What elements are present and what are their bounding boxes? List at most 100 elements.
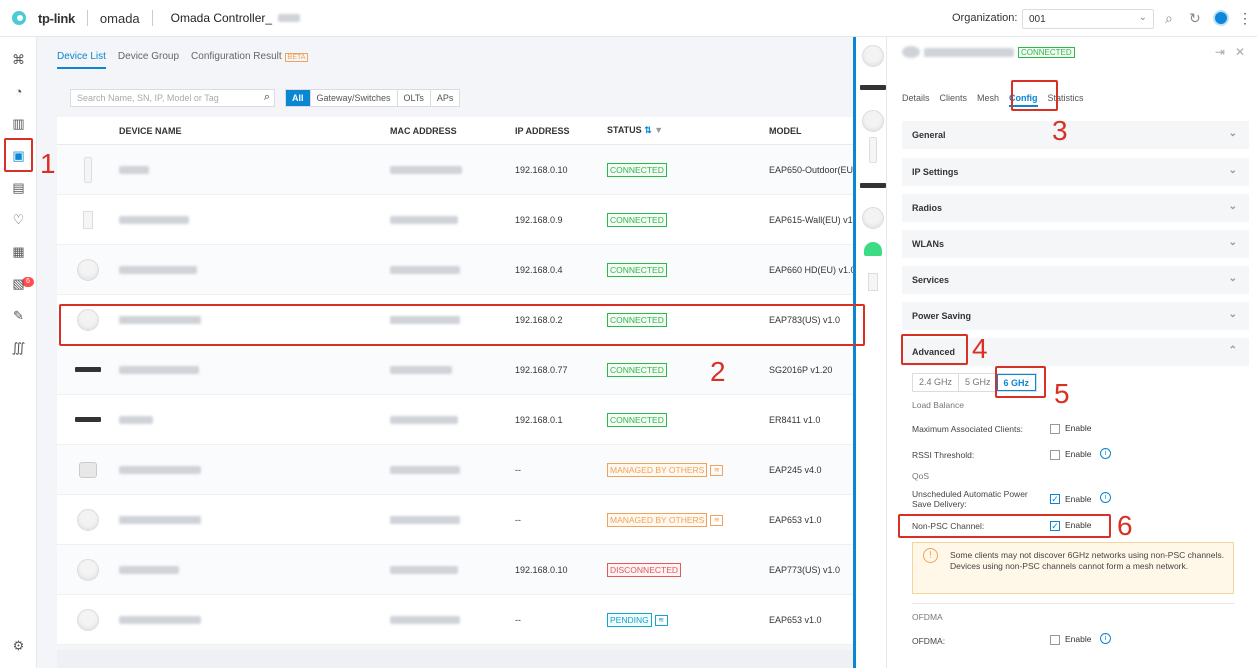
filter-gateway-switches[interactable]: Gateway/Switches (309, 90, 397, 106)
section-general[interactable]: General ⌄ (902, 121, 1249, 149)
device-thumb[interactable] (860, 85, 886, 90)
dashboard-icon[interactable]: ⌘ (10, 51, 27, 68)
section-title: IP Settings (912, 167, 959, 177)
info-icon[interactable]: i (1100, 633, 1111, 644)
section-title: General (912, 130, 946, 140)
filter-icon[interactable]: ▼ (654, 125, 663, 135)
table-row[interactable]: 192.168.0.77 CONNECTED SG2016P v1.20 (57, 345, 887, 395)
device-thumb[interactable] (862, 207, 884, 229)
status-badge: MANAGED BY OTHERS (607, 462, 708, 477)
tp-link-logo[interactable]: tp-link omada Omada Controller_ (12, 9, 301, 27)
mac-redacted (390, 566, 458, 575)
filter-aps[interactable]: APs (429, 90, 460, 106)
user-avatar[interactable] (1213, 10, 1229, 26)
chevron-down-icon: ⌄ (1228, 165, 1237, 176)
android-icon[interactable] (864, 242, 882, 256)
non-psc-warning: ! Some clients may not discover 6GHz net… (912, 542, 1234, 594)
tools-icon[interactable]: ✎ (10, 307, 27, 324)
sort-icon[interactable]: ⇅ (644, 125, 652, 135)
annotation-box-6ghz (995, 366, 1046, 398)
section-power-saving[interactable]: Power Saving ⌄ (902, 302, 1249, 330)
enable-label: Enable (1065, 634, 1092, 644)
device-thumb[interactable] (868, 273, 878, 291)
table-row[interactable]: 192.168.0.10 DISCONNECTED EAP773(US) v1.… (57, 545, 887, 595)
logs-icon[interactable]: ▦ (10, 243, 27, 260)
settings-gear-icon[interactable]: ⚙ (10, 637, 27, 654)
device-name-redacted (119, 516, 201, 525)
ip-cell: 192.168.0.10 (515, 564, 568, 575)
ofdma-checkbox[interactable] (1050, 635, 1060, 645)
tab-configuration-result-label: Configuration Result (191, 51, 282, 62)
status-badge: PENDING (607, 612, 652, 627)
search-input[interactable]: Search Name, SN, IP, Model or Tag ⌕ (70, 89, 275, 107)
rssi-checkbox[interactable] (1050, 450, 1060, 460)
uapsd-checkbox[interactable]: ✓ (1050, 494, 1060, 504)
table-row[interactable]: 192.168.0.10 CONNECTED EAP650-Outdoor(EU… (57, 145, 887, 195)
section-radios[interactable]: Radios ⌄ (902, 194, 1249, 222)
section-ip-settings[interactable]: IP Settings ⌄ (902, 158, 1249, 186)
table-row[interactable]: 192.168.0.9 CONNECTED EAP615-Wall(EU) v1 (57, 195, 887, 245)
info-icon[interactable]: i (1100, 492, 1111, 503)
table-row[interactable]: -- MANAGED BY OTHERS ≋ EAP653 v1.0 (57, 495, 887, 545)
device-thumbnail-strip[interactable] (853, 37, 887, 668)
wifi-icon: ≋ (710, 464, 724, 476)
table-row[interactable]: 192.168.0.4 CONNECTED EAP660 HD(EU) v1.0 (57, 245, 887, 295)
device-thumb[interactable] (869, 137, 877, 163)
band-5ghz[interactable]: 5 GHz (958, 374, 997, 391)
search-icon[interactable]: ⌕ (1165, 10, 1173, 27)
device-type-filter: All Gateway/Switches OLTs APs (285, 89, 461, 107)
side-navigation: ⌘ ◔ ▥ ▣ ▤ ♡ ▦ 6 ▧ ✎ ∭ ⚙ (0, 37, 37, 668)
device-image (75, 367, 101, 372)
filter-all[interactable]: All (286, 90, 310, 106)
annotation-box-devices-nav (4, 138, 33, 172)
chevron-down-icon: ⌄ (1228, 237, 1237, 248)
uapsd-label-line1: Unscheduled Automatic Power (912, 489, 1028, 499)
device-image (77, 608, 99, 631)
tp-link-logo-icon (12, 9, 34, 27)
insights-icon[interactable]: ♡ (10, 211, 27, 228)
clients-icon[interactable]: ▤ (10, 179, 27, 196)
mac-redacted (390, 616, 460, 625)
col-ip-address[interactable]: IP ADDRESS (515, 126, 607, 136)
device-thumb[interactable] (862, 110, 884, 132)
max-clients-checkbox[interactable] (1050, 424, 1060, 434)
tab-device-list[interactable]: Device List (57, 51, 106, 69)
col-device-name[interactable]: DEVICE NAME (119, 126, 390, 136)
band-2-4ghz[interactable]: 2.4 GHz (913, 374, 958, 391)
mac-redacted (390, 416, 458, 425)
map-icon[interactable]: ▥ (10, 115, 27, 132)
pagination-bar[interactable] (57, 650, 887, 668)
reports-icon[interactable]: ▧ (10, 275, 27, 292)
device-image (84, 156, 92, 183)
tab-clients[interactable]: Clients (940, 93, 968, 107)
section-wlans[interactable]: WLANs ⌄ (902, 230, 1249, 258)
info-icon[interactable]: i (1100, 448, 1111, 459)
table-row[interactable]: 192.168.0.1 CONNECTED ER8411 v1.0 (57, 395, 887, 445)
device-thumb[interactable] (860, 183, 886, 188)
analytics-icon[interactable]: ∭ (10, 339, 27, 356)
more-icon[interactable]: ⋮ (1238, 10, 1252, 27)
organization-select[interactable]: 001 ⌄ (1022, 9, 1154, 29)
col-mac-address[interactable]: MAC ADDRESS (390, 126, 515, 136)
close-icon[interactable]: ✕ (1235, 45, 1245, 59)
chevron-down-icon: ⌄ (1228, 273, 1237, 284)
tab-device-group[interactable]: Device Group (118, 51, 179, 69)
ofdma-label: OFDMA: (912, 636, 946, 646)
collapse-panel-icon[interactable]: ⇥ (1215, 45, 1225, 59)
filter-olts[interactable]: OLTs (396, 90, 430, 106)
table-row[interactable]: -- MANAGED BY OTHERS ≋ EAP245 v4.0 (57, 445, 887, 495)
tab-details[interactable]: Details (902, 93, 930, 107)
search-icon[interactable]: ⌕ (264, 91, 270, 104)
tab-configuration-result[interactable]: Configuration Result BETA (191, 51, 309, 69)
ip-cell: 192.168.0.1 (515, 414, 563, 425)
beta-badge: BETA (284, 53, 309, 62)
refresh-icon[interactable]: ↻ (1189, 10, 1201, 27)
device-thumb[interactable] (862, 45, 884, 67)
table-row[interactable]: -- PENDING ≋ EAP653 v1.0 (57, 595, 887, 645)
section-title: WLANs (912, 239, 944, 249)
tab-mesh[interactable]: Mesh (977, 93, 999, 107)
device-image (83, 210, 93, 229)
col-status[interactable]: STATUS ⇅ ▼ (607, 125, 769, 136)
section-services[interactable]: Services ⌄ (902, 266, 1249, 294)
statistics-icon[interactable]: ◔ (10, 83, 27, 100)
